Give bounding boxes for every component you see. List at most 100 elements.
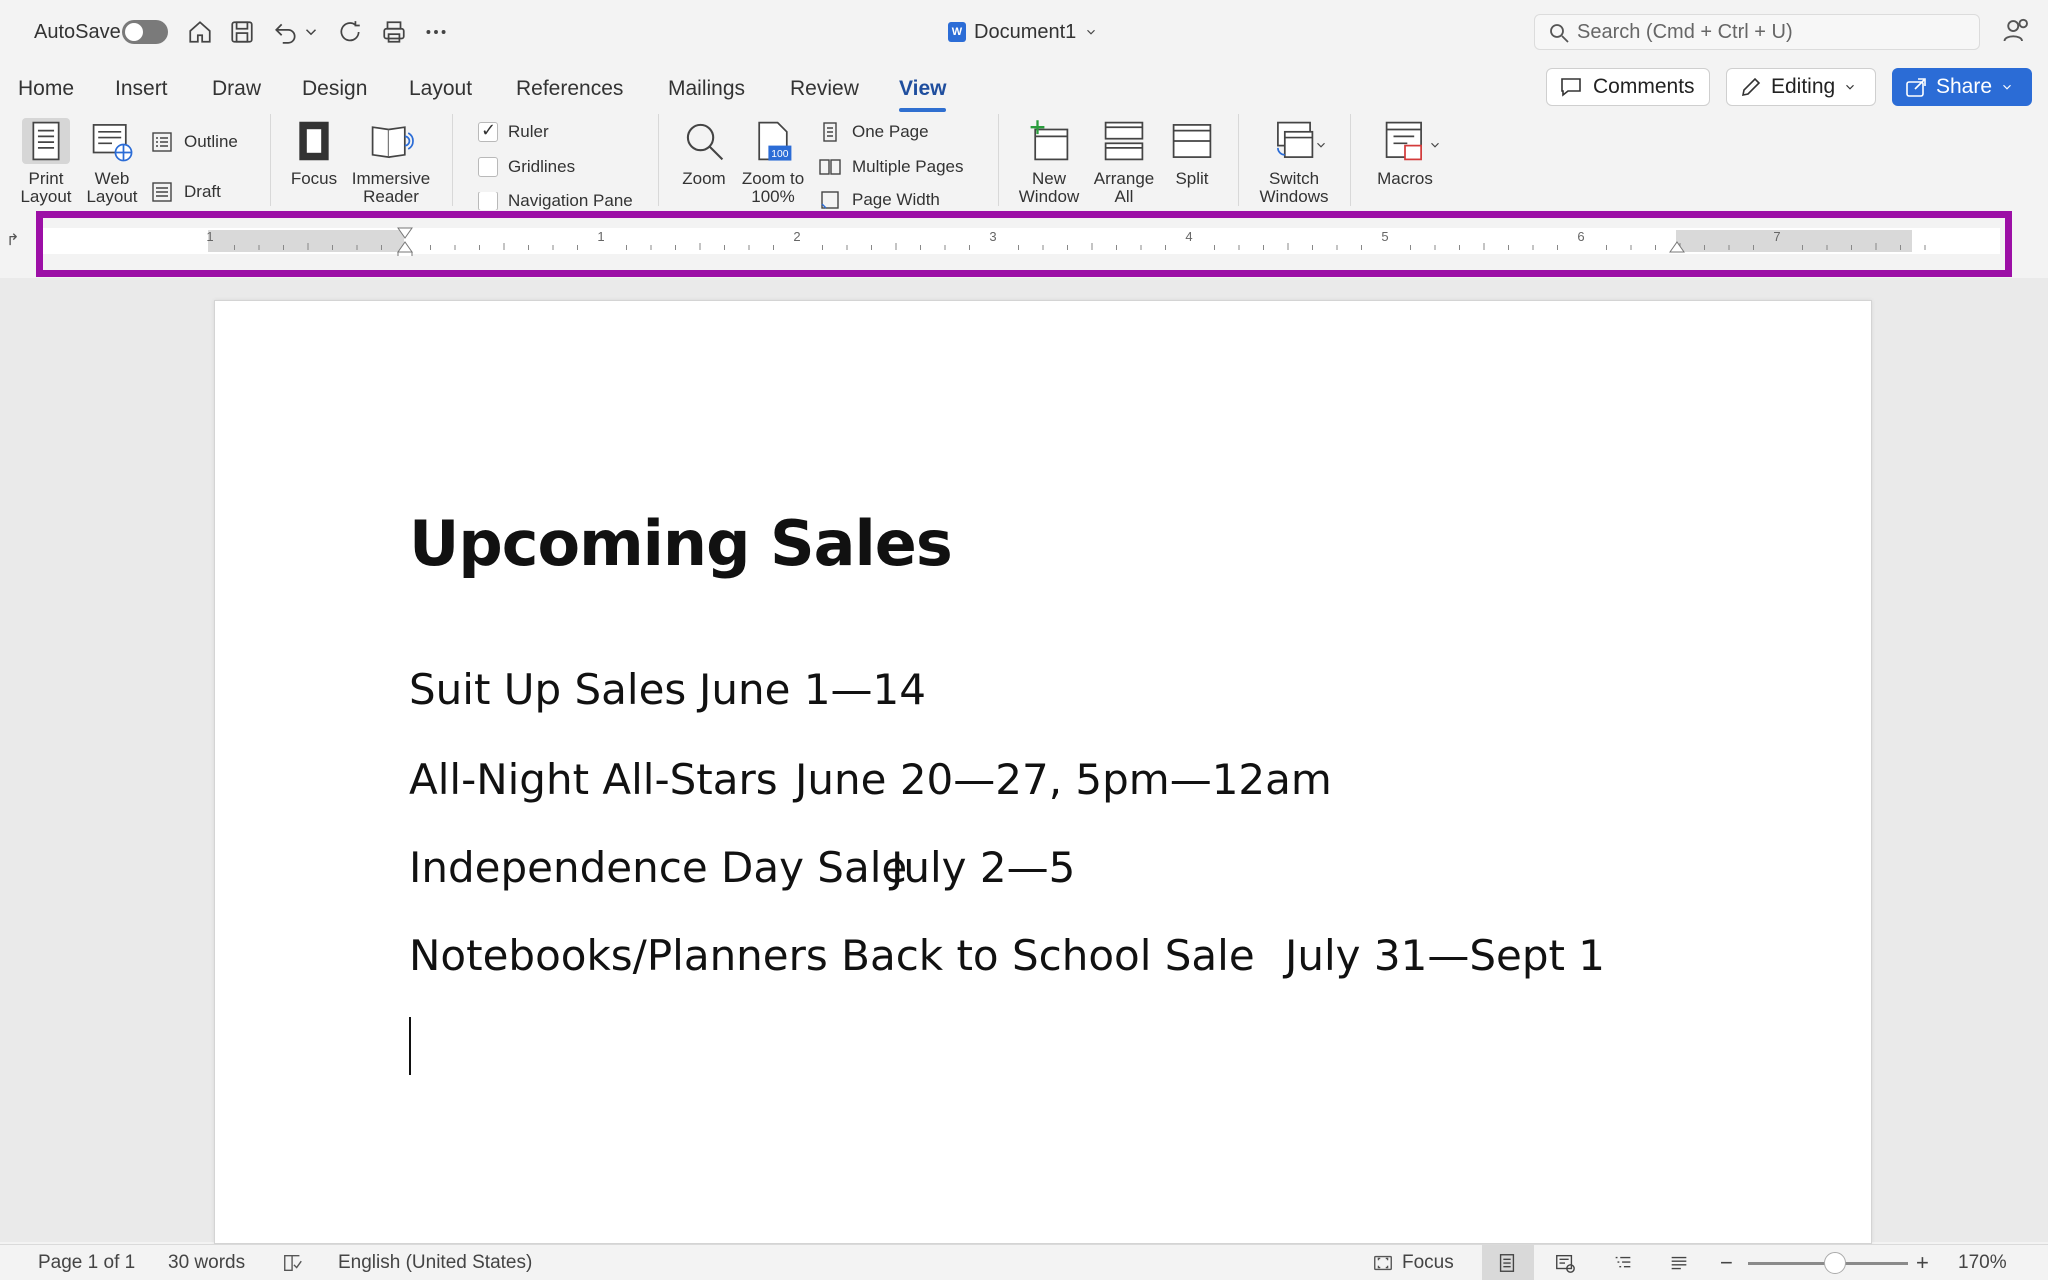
sale-date: June 1—14: [699, 665, 926, 714]
print-layout-icon: [22, 118, 70, 164]
tab-stop-selector-icon[interactable]: ↱: [6, 230, 24, 249]
macros-icon: [1381, 118, 1429, 164]
search-input[interactable]: Search (Cmd + Ctrl + U): [1534, 14, 1980, 50]
multiple-pages-button[interactable]: Multiple Pages: [818, 155, 964, 179]
draft-view-icon[interactable]: [1668, 1251, 1690, 1275]
immersive-reader-label: Immersive Reader: [351, 169, 431, 206]
document-title[interactable]: W Document1: [948, 18, 1098, 46]
magnifier-icon: [680, 118, 728, 164]
print-layout-view-icon[interactable]: [1496, 1251, 1518, 1275]
autosave-label: AutoSave: [34, 20, 121, 43]
outline-button[interactable]: Outline: [150, 130, 238, 154]
one-page-icon: [823, 122, 837, 142]
zoom-100-button[interactable]: 100 Zoom to 100%: [738, 118, 808, 206]
split-button[interactable]: Split: [1162, 118, 1222, 188]
focus-label: Focus: [1402, 1252, 1454, 1273]
document-line[interactable]: Notebooks/Planners Back to School Sale J…: [409, 931, 1605, 980]
tab-view[interactable]: View: [899, 72, 947, 112]
outline-icon: [152, 132, 172, 152]
word-count[interactable]: 30 words: [168, 1251, 245, 1275]
share-people-icon[interactable]: [2002, 16, 2034, 48]
text-cursor: [409, 1017, 411, 1075]
focus-label: Focus: [290, 169, 338, 188]
ruler-checkbox[interactable]: Ruler: [478, 120, 549, 142]
tab-draw[interactable]: Draw: [212, 72, 261, 106]
one-page-button[interactable]: One Page: [818, 120, 929, 144]
proofing-book-icon: [284, 1254, 302, 1272]
word-doc-icon: W: [948, 22, 966, 42]
macros-chevron-icon[interactable]: [1428, 138, 1442, 152]
page-width-label: Page Width: [852, 190, 940, 209]
save-icon[interactable]: [226, 16, 258, 48]
tab-insert[interactable]: Insert: [115, 72, 168, 106]
gridlines-checkbox[interactable]: Gridlines: [478, 157, 575, 177]
navigation-pane-checkbox-box[interactable]: [478, 192, 498, 210]
document-line[interactable]: All-Night All-Stars June 20—27, 5pm—12am: [409, 755, 1332, 804]
macros-button[interactable]: Macros: [1370, 118, 1440, 188]
comments-button[interactable]: Comments: [1546, 68, 1710, 106]
undo-dropdown-chevron-icon[interactable]: [302, 16, 320, 48]
focus-mode-button[interactable]: Focus: [1372, 1251, 1454, 1275]
switch-windows-button[interactable]: Switch Windows: [1252, 118, 1336, 206]
new-window-button[interactable]: New Window: [1016, 118, 1082, 206]
zoom-label: Zoom: [682, 169, 726, 188]
page-count[interactable]: Page 1 of 1: [38, 1251, 135, 1275]
autosave-toggle[interactable]: [122, 20, 168, 44]
tab-design[interactable]: Design: [302, 72, 367, 106]
immersive-reader-button[interactable]: Immersive Reader: [348, 118, 434, 206]
multiple-pages-icon: [819, 159, 841, 175]
zoom-slider-thumb[interactable]: [1824, 1252, 1846, 1274]
status-bar: Page 1 of 1 30 words English (United Sta…: [0, 1244, 2048, 1280]
print-icon[interactable]: [378, 16, 410, 48]
web-layout-icon: [88, 118, 136, 164]
tab-mailings[interactable]: Mailings: [668, 72, 745, 106]
web-layout-view-icon[interactable]: [1554, 1251, 1576, 1275]
navigation-pane-checkbox[interactable]: Navigation Pane: [478, 192, 633, 210]
outline-label: Outline: [184, 132, 238, 151]
ruler-checkbox-box[interactable]: [478, 120, 498, 142]
macros-label: Macros: [1377, 169, 1433, 188]
focus-button[interactable]: Focus: [284, 118, 344, 188]
outline-view-icon[interactable]: [1612, 1251, 1634, 1275]
page-width-button[interactable]: Page Width: [818, 190, 940, 210]
arrange-all-button[interactable]: Arrange All: [1088, 118, 1160, 206]
document-line[interactable]: Independence Day Sale July 2—5: [409, 843, 1075, 892]
zoom-in-button[interactable]: +: [1916, 1250, 1929, 1275]
tab-review[interactable]: Review: [790, 72, 859, 106]
share-button[interactable]: Share: [1892, 68, 2032, 106]
language[interactable]: English (United States): [338, 1251, 532, 1275]
split-icon: [1168, 118, 1216, 164]
split-label: Split: [1175, 169, 1209, 188]
document-line[interactable]: Suit Up Sales June 1—14: [409, 665, 926, 714]
svg-text:100: 100: [771, 149, 789, 160]
tab-layout[interactable]: Layout: [409, 72, 472, 106]
zoom-level[interactable]: 170%: [1958, 1251, 2007, 1275]
switch-windows-label: Switch Windows: [1259, 170, 1329, 206]
editing-button-label: Editing: [1771, 75, 1836, 98]
multiple-pages-label: Multiple Pages: [852, 157, 964, 176]
gridlines-checkbox-box[interactable]: [478, 157, 498, 177]
home-icon[interactable]: [184, 16, 216, 48]
more-options-icon[interactable]: [420, 16, 452, 48]
document-heading[interactable]: Upcoming Sales: [409, 507, 953, 580]
zoom-button[interactable]: Zoom: [674, 118, 734, 188]
chevron-down-icon: [2003, 84, 2011, 90]
document-page[interactable]: Upcoming Sales Suit Up Sales June 1—14 A…: [214, 300, 1872, 1244]
editing-mode-button[interactable]: Editing: [1726, 68, 1876, 106]
zoom-100-label: Zoom to 100%: [741, 170, 805, 206]
zoom-out-button[interactable]: −: [1720, 1250, 1733, 1275]
web-layout-button[interactable]: Web Layout: [82, 118, 142, 206]
tab-references[interactable]: References: [516, 72, 623, 106]
proofing-status[interactable]: [282, 1251, 304, 1275]
sale-name: Independence Day Sale: [409, 843, 908, 892]
switch-windows-chevron-icon[interactable]: [1314, 138, 1328, 152]
redo-icon[interactable]: [334, 16, 366, 48]
comment-icon: [1561, 78, 1581, 97]
tab-home[interactable]: Home: [18, 72, 74, 106]
navigation-pane-label: Navigation Pane: [508, 192, 633, 210]
document-title-text: Document1: [974, 20, 1077, 43]
draft-icon: [152, 182, 172, 202]
undo-icon[interactable]: [270, 16, 302, 48]
draft-button[interactable]: Draft: [150, 180, 221, 204]
print-layout-button[interactable]: Print Layout: [16, 118, 76, 206]
